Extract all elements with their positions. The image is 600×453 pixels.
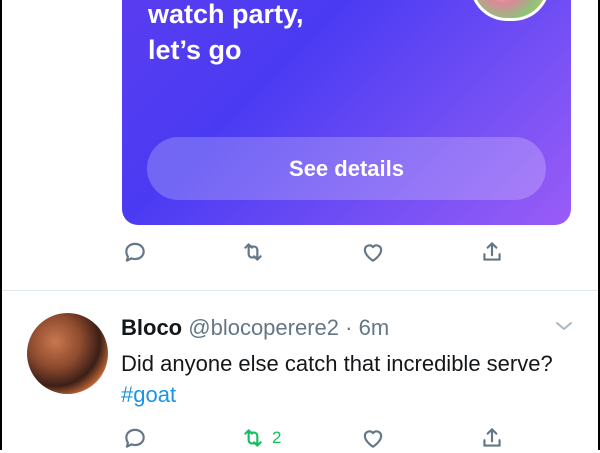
display-name[interactable]: Bloco <box>121 315 182 340</box>
retweet-icon <box>244 429 262 447</box>
tweet-retweet-button[interactable]: 2 <box>240 423 281 453</box>
retweet-count: 2 <box>272 428 282 447</box>
user-handle[interactable]: @blocoperere2 <box>188 315 339 340</box>
tweet-share-button[interactable] <box>479 423 505 453</box>
see-details-button[interactable]: See details <box>147 137 546 200</box>
tweet-body: Did anyone else catch that incredible se… <box>121 351 553 376</box>
like-button[interactable] <box>360 237 386 267</box>
header-separator: · <box>345 315 353 340</box>
tweet-timestamp[interactable]: 6m <box>359 315 390 340</box>
promo-title-line-1: watch party, <box>148 0 304 29</box>
like-icon <box>363 244 383 262</box>
promo-card[interactable]: watch party, let’s go See details <box>122 0 571 225</box>
reply-icon <box>125 428 145 448</box>
tweet-header: Bloco @blocoperere2 · 6m <box>121 314 389 342</box>
tweet-menu-button[interactable] <box>552 316 576 336</box>
promo-title-line-2: let’s go <box>148 35 242 65</box>
tweet-divider <box>0 290 600 291</box>
promo-card-title: watch party, let’s go <box>148 0 448 68</box>
promo-avatar <box>470 0 550 21</box>
retweet-button[interactable] <box>240 237 266 267</box>
share-button[interactable] <box>479 237 505 267</box>
share-icon <box>483 242 501 261</box>
tweet-reply-button[interactable] <box>122 423 148 453</box>
chevron-down-icon <box>556 322 572 330</box>
share-icon <box>483 428 501 447</box>
avatar[interactable] <box>27 313 108 394</box>
reply-button[interactable] <box>122 237 148 267</box>
retweet-icon <box>244 243 262 261</box>
reply-icon <box>125 242 145 262</box>
tweet-like-button[interactable] <box>360 423 386 453</box>
like-icon <box>363 430 383 448</box>
promo-action-bar <box>122 237 522 267</box>
tweet-action-bar: 2 <box>122 423 522 453</box>
tweet-text: Did anyone else catch that incredible se… <box>121 348 561 410</box>
hashtag-link[interactable]: #goat <box>121 382 176 407</box>
